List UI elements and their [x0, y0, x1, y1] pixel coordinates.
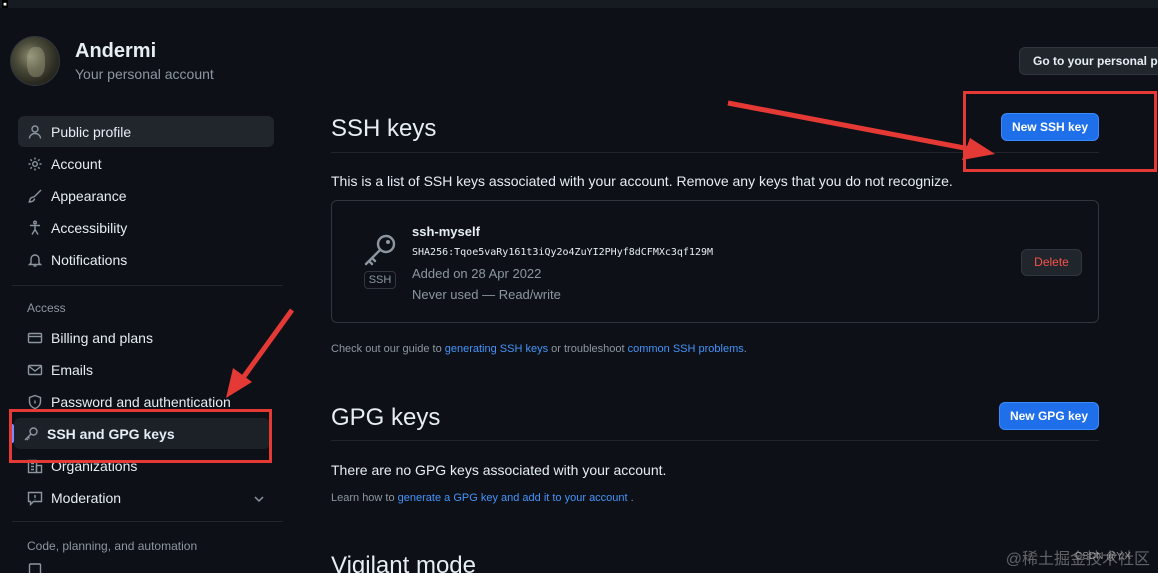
report-icon	[18, 490, 51, 506]
ssh-guide-text: Check out our guide to generating SSH ke…	[331, 343, 747, 355]
sidebar-item-notifications[interactable]: Notifications	[18, 244, 274, 275]
sidebar-item-label: Accessibility	[51, 219, 128, 236]
sidebar-heading-code: Code, planning, and automation	[27, 539, 198, 553]
bell-icon	[18, 252, 51, 268]
annotation-box-new-ssh	[963, 91, 1157, 172]
ssh-key-title: ssh-myself	[412, 224, 480, 239]
sidebar-item-public-profile[interactable]: Public profile	[18, 116, 274, 147]
sidebar-item-label: Account	[51, 155, 102, 172]
gpg-empty-text: There are no GPG keys associated with yo…	[331, 462, 667, 478]
credit-card-icon	[18, 330, 51, 346]
shield-lock-icon	[18, 394, 51, 410]
guide-middle: or troubleshoot	[551, 343, 625, 355]
guide-suffix: .	[743, 343, 747, 355]
sidebar-item-partial[interactable]	[18, 560, 274, 573]
sidebar-divider	[12, 285, 283, 286]
ssh-description: This is a list of SSH keys associated wi…	[331, 173, 953, 189]
sidebar-heading-access: Access	[27, 301, 66, 315]
sidebar-item-label: Public profile	[51, 123, 132, 140]
sidebar-item-billing[interactable]: Billing and plans	[18, 322, 274, 353]
chevron-down-icon[interactable]	[252, 492, 266, 506]
sidebar-item-appearance[interactable]: Appearance	[18, 180, 274, 211]
delete-ssh-key-button[interactable]: Delete	[1021, 249, 1082, 276]
learn-prefix: Learn how to	[331, 492, 395, 504]
mail-icon	[18, 362, 51, 378]
sidebar-item-label: Password and authentication	[51, 393, 231, 410]
user-subtitle: Your personal account	[75, 66, 214, 82]
person-icon	[18, 124, 51, 140]
arrow-line-to-new-ssh	[727, 100, 976, 153]
sidebar-item-label: Notifications	[51, 251, 128, 268]
sidebar-item-emails[interactable]: Emails	[18, 354, 274, 385]
ssh-key-usage: Never used — Read/write	[412, 287, 561, 302]
user-name[interactable]: Andermi	[75, 40, 156, 63]
sidebar-item-label: Moderation	[51, 489, 122, 506]
gpg-divider	[331, 440, 1099, 441]
sidebar-item-accessibility[interactable]: Accessibility	[18, 212, 274, 243]
common-ssh-problems-link[interactable]: common SSH problems	[628, 343, 744, 355]
ssh-keys-title: SSH keys	[331, 115, 437, 142]
sidebar-item-label: Emails	[51, 361, 94, 378]
sidebar-item-label: Billing and plans	[51, 329, 153, 346]
repo-icon	[18, 562, 51, 573]
ssh-key-fingerprint: SHA256:Tqoe5vaRy161t3iQy2o4ZuYI2PHyf8dCF…	[412, 247, 714, 258]
annotation-box-ssh-gpg	[9, 409, 272, 463]
gear-icon	[18, 156, 51, 172]
ssh-key-card	[331, 200, 1099, 323]
key-icon	[364, 234, 396, 266]
gpg-keys-title: GPG keys	[331, 404, 441, 431]
site-watermark: @稀土掘金技术社区	[1005, 551, 1150, 568]
generating-ssh-keys-link[interactable]: generating SSH keys	[445, 343, 548, 355]
accessibility-icon	[18, 220, 51, 236]
sidebar-item-account[interactable]: Account	[18, 148, 274, 179]
ssh-key-added: Added on 28 Apr 2022	[412, 266, 542, 281]
ssh-badge: SSH	[364, 271, 396, 289]
avatar[interactable]	[10, 36, 60, 86]
new-gpg-key-button[interactable]: New GPG key	[999, 402, 1099, 430]
vigilant-mode-title: Vigilant mode	[331, 552, 476, 573]
top-bar: ▪	[0, 0, 1158, 8]
sidebar-divider	[12, 521, 283, 522]
sidebar-item-moderation[interactable]: Moderation	[18, 482, 274, 513]
paintbrush-icon	[18, 188, 51, 204]
guide-prefix: Check out our guide to	[331, 343, 442, 355]
sidebar-item-label: Appearance	[51, 187, 127, 204]
generate-gpg-key-link[interactable]: generate a GPG key and add it to your ac…	[398, 492, 628, 504]
learn-suffix: .	[630, 492, 634, 504]
go-to-profile-button[interactable]: Go to your personal profile	[1019, 47, 1158, 75]
gpg-learn-text: Learn how to generate a GPG key and add …	[331, 492, 634, 504]
topbar-mark: ▪	[2, 0, 8, 8]
